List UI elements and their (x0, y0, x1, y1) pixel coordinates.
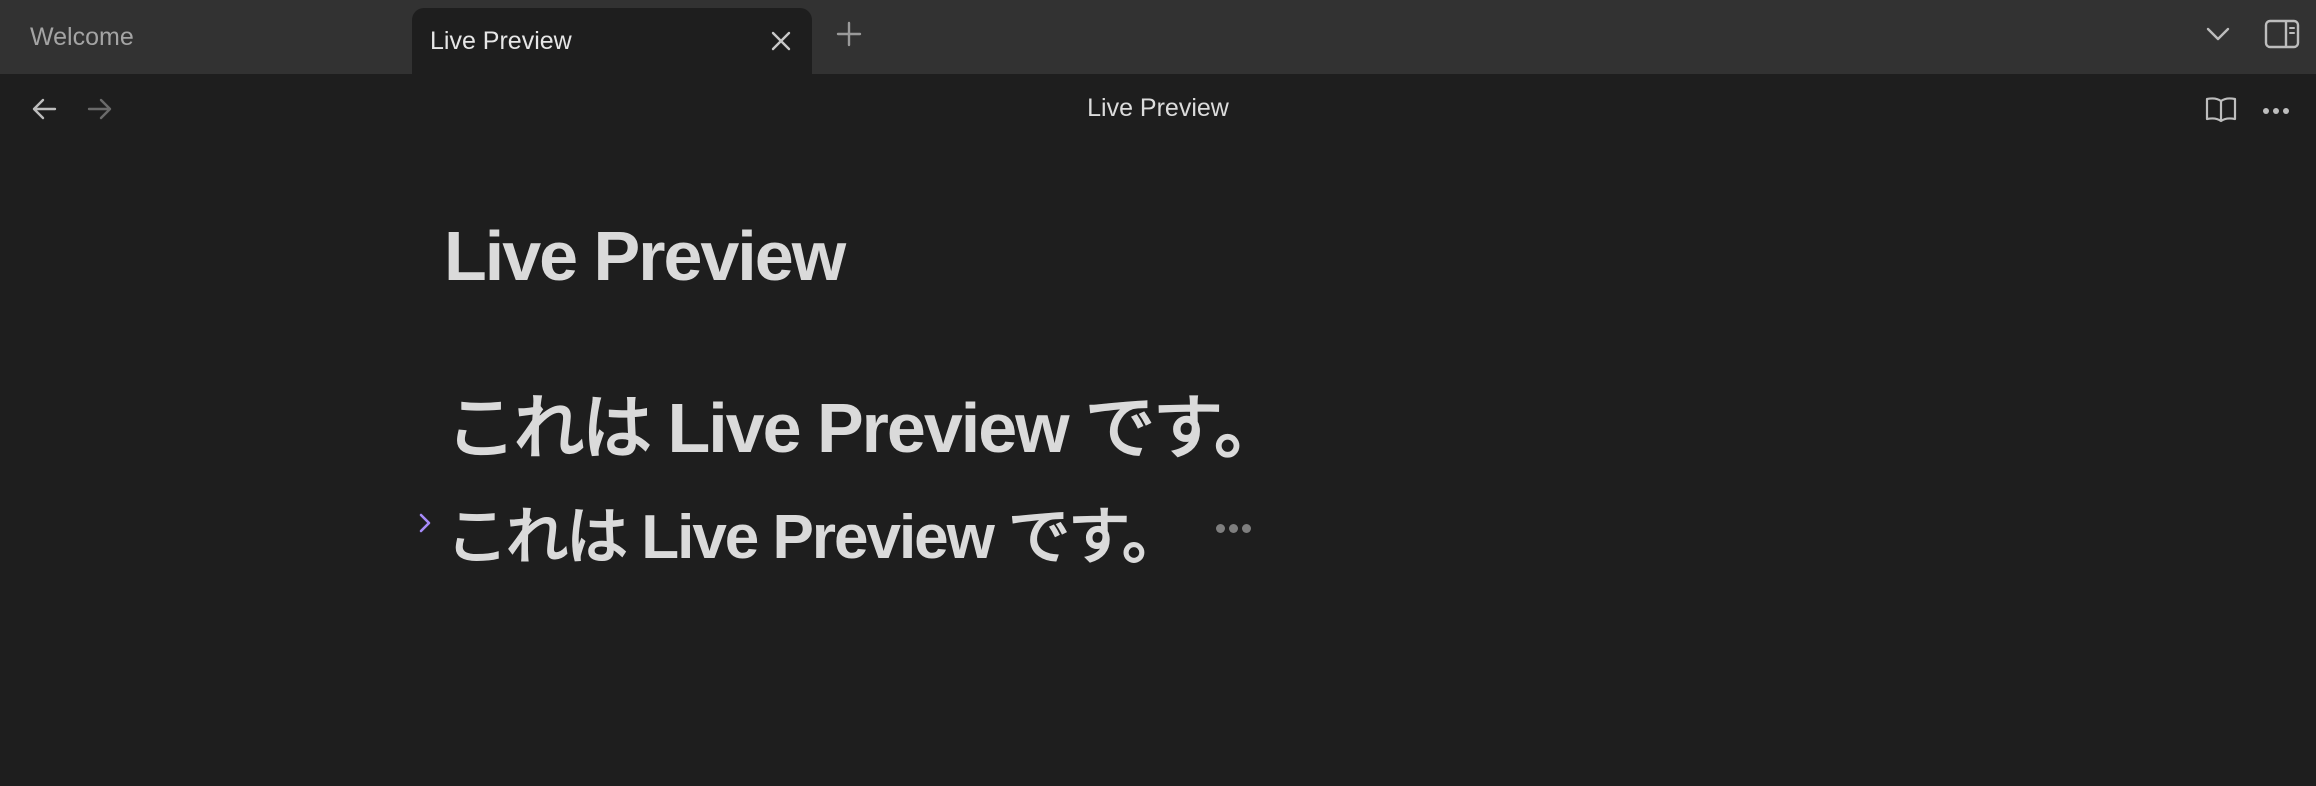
arrow-right-icon (87, 97, 113, 126)
ellipsis-dot (1228, 523, 1238, 533)
heading-1[interactable]: これは Live Preview です。 (446, 372, 1284, 473)
tab-bar: Welcome Live Preview (0, 0, 2316, 74)
book-open-icon (2205, 95, 2237, 128)
tab-label: Live Preview (430, 26, 572, 55)
inline-title[interactable]: Live Preview (444, 216, 846, 296)
heading-2[interactable]: これは Live Preview です。 (446, 486, 1184, 576)
more-options-button[interactable] (2257, 92, 2295, 130)
arrow-left-icon (31, 97, 57, 126)
new-tab-button[interactable] (830, 17, 868, 55)
editor-content[interactable]: Live Preview これは Live Preview です。 これは Li… (0, 148, 2316, 786)
chevron-down-icon (2206, 27, 2230, 46)
tab-label: Welcome (30, 22, 134, 51)
tab-live-preview[interactable]: Live Preview (412, 8, 812, 74)
ellipsis-dot (1241, 523, 1251, 533)
view-header-title[interactable]: Live Preview (1087, 94, 1229, 122)
chevron-right-icon[interactable] (414, 510, 436, 536)
tab-list-button[interactable] (2200, 18, 2236, 54)
view-header: Live Preview (0, 74, 2316, 148)
tab-welcome[interactable]: Welcome (0, 0, 412, 74)
right-sidebar-toggle-button[interactable] (2262, 16, 2302, 56)
navigate-forward-button[interactable] (82, 93, 118, 129)
more-horizontal-icon (2262, 102, 2290, 120)
ellipsis-dot (1215, 523, 1225, 533)
sidebar-toggle-icon (2264, 19, 2300, 54)
navigate-back-button[interactable] (26, 93, 62, 129)
plus-icon (836, 21, 862, 52)
close-icon[interactable] (766, 26, 796, 56)
app-window: Welcome Live Preview Live Preview Live P… (0, 0, 2316, 786)
folded-content-indicator[interactable] (1210, 516, 1256, 540)
reading-view-button[interactable] (2202, 92, 2240, 130)
view-header-title-container: Live Preview (0, 94, 2316, 123)
